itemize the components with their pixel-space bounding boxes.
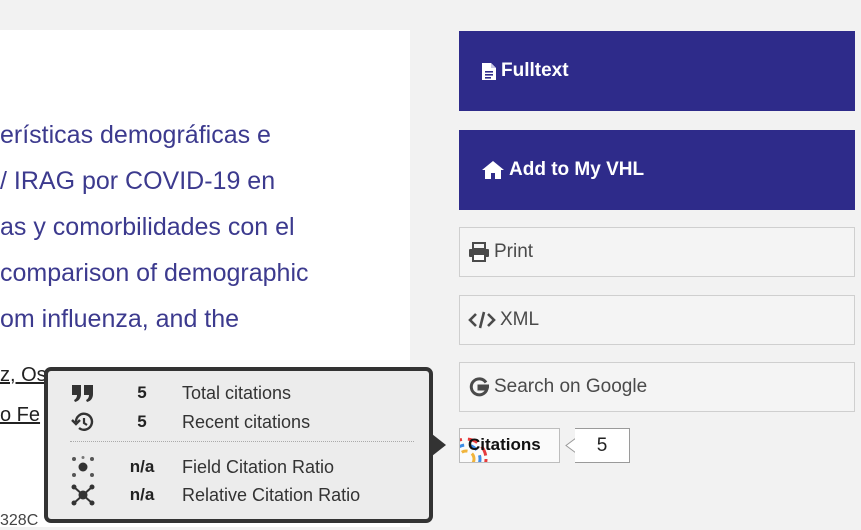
home-icon xyxy=(481,160,505,180)
article-id-fragment: 328C xyxy=(0,512,39,529)
recent-citations-label: Recent citations xyxy=(182,411,311,432)
field-citation-ratio-label: Field Citation Ratio xyxy=(182,456,335,477)
relative-citation-ratio-label: Relative Citation Ratio xyxy=(182,484,361,505)
title-line-4: comparison of demographic xyxy=(0,259,309,287)
code-icon xyxy=(468,310,496,330)
title-line-1: erísticas demográficas e xyxy=(0,121,271,149)
title-line-3: as y comorbilidades con el xyxy=(0,213,295,241)
author-link-1[interactable]: z, Os xyxy=(0,364,47,387)
field-citation-ratio-row: n/a Field Citation Ratio xyxy=(48,453,428,481)
popup-pointer xyxy=(432,434,446,456)
citations-badge-label: Citations xyxy=(468,435,541,454)
total-citations-row: 5 Total citations xyxy=(48,379,428,407)
citation-metrics-popup: 5 Total citations 5 Recent citations n/a… xyxy=(44,367,433,523)
total-citations-value: 5 xyxy=(137,383,147,402)
article-title[interactable]: erísticas demográficas e / IRAG por COVI… xyxy=(0,112,410,342)
field-ratio-icon xyxy=(72,456,94,477)
title-line-2: / IRAG por COVID-19 en xyxy=(0,167,276,195)
print-button[interactable]: Print xyxy=(459,227,855,277)
citations-count: 5 xyxy=(575,428,630,463)
author-link-2[interactable]: o Fe xyxy=(0,404,40,427)
fulltext-button[interactable]: Fulltext xyxy=(459,31,855,111)
fulltext-label: Fulltext xyxy=(501,60,569,81)
recent-citations-row: 5 Recent citations xyxy=(48,408,428,436)
relative-citation-ratio-value: n/a xyxy=(129,485,155,504)
field-citation-ratio-value: n/a xyxy=(129,457,155,476)
relative-citation-ratio-row: n/a Relative Citation Ratio xyxy=(48,481,428,509)
search-on-google-label: Search on Google xyxy=(494,376,648,397)
history-icon xyxy=(71,412,94,431)
add-to-my-vhl-label: Add to My VHL xyxy=(509,159,645,180)
xml-label: XML xyxy=(500,309,540,330)
total-citations-label: Total citations xyxy=(182,382,292,403)
title-line-5: om influenza, and the xyxy=(0,305,240,333)
citations-badge[interactable]: Citations xyxy=(459,428,560,463)
relative-ratio-icon xyxy=(71,484,95,506)
recent-citations-value: 5 xyxy=(137,412,147,431)
print-label: Print xyxy=(494,241,534,262)
add-to-my-vhl-button[interactable]: Add to My VHL xyxy=(459,130,855,210)
google-icon xyxy=(468,376,490,398)
xml-button[interactable]: XML xyxy=(459,295,855,345)
printer-icon xyxy=(468,242,490,262)
document-icon xyxy=(481,62,497,81)
popup-divider xyxy=(70,441,414,442)
quote-icon xyxy=(72,385,93,402)
search-on-google-button[interactable]: Search on Google xyxy=(459,362,855,412)
